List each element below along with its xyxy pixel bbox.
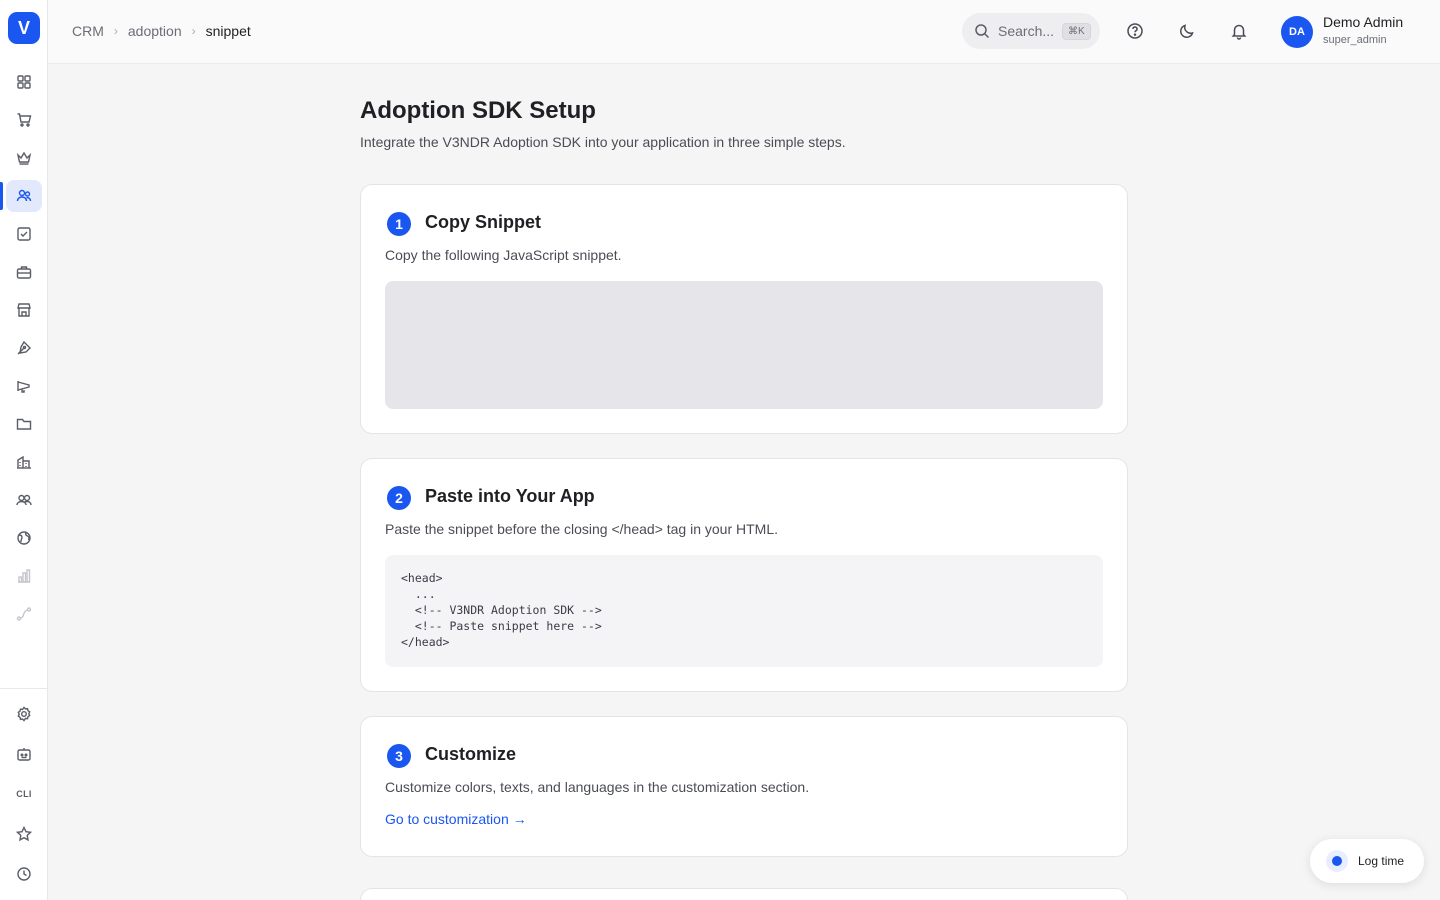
search-icon	[975, 24, 990, 39]
bot-icon[interactable]	[6, 738, 42, 770]
sidebar: V CLI	[0, 0, 48, 900]
step-card-copy-snippet: 1 Copy Snippet Copy the following JavaSc…	[360, 184, 1128, 434]
globe-icon[interactable]	[6, 522, 42, 554]
building-icon[interactable]	[6, 446, 42, 478]
step-description: Copy the following JavaScript snippet.	[385, 247, 622, 263]
step-number-badge: 1	[387, 212, 411, 236]
bell-icon[interactable]	[1228, 20, 1250, 42]
briefcase-icon[interactable]	[6, 256, 42, 288]
step-card-partial	[360, 888, 1128, 900]
users-icon[interactable]	[6, 180, 42, 212]
dashboard-grid-icon[interactable]	[6, 66, 42, 98]
crown-icon[interactable]	[6, 142, 42, 174]
checkbox-icon[interactable]	[6, 218, 42, 250]
chevron-right-icon: ›	[113, 24, 118, 38]
log-time-button[interactable]: Log time	[1310, 839, 1424, 883]
step-card-paste: 2 Paste into Your App Paste the snippet …	[360, 458, 1128, 692]
step-number-badge: 2	[387, 486, 411, 510]
cli-label: CLI	[16, 789, 32, 799]
active-indicator	[0, 182, 3, 210]
app-logo[interactable]: V	[8, 12, 40, 44]
step-description: Paste the snippet before the closing </h…	[385, 521, 779, 537]
step-title: Paste into Your App	[425, 486, 595, 506]
moon-icon[interactable]	[1176, 20, 1198, 42]
step-title: Copy Snippet	[425, 212, 541, 232]
user-name[interactable]: Demo Admin	[1323, 14, 1403, 30]
chevron-right-icon: ›	[191, 24, 196, 38]
folder-icon[interactable]	[6, 408, 42, 440]
store-icon[interactable]	[6, 294, 42, 326]
breadcrumb-snippet: snippet	[205, 23, 251, 39]
help-icon[interactable]	[1124, 20, 1146, 42]
bar-chart-icon[interactable]	[6, 560, 42, 592]
shopping-cart-icon[interactable]	[6, 104, 42, 136]
snippet-code-block[interactable]	[385, 281, 1103, 409]
route-icon[interactable]	[6, 598, 42, 630]
search-placeholder: Search...	[998, 23, 1055, 39]
customization-link[interactable]: Go to customization →	[385, 811, 527, 827]
user-role: super_admin	[1323, 34, 1387, 46]
avatar[interactable]: DA	[1281, 16, 1313, 48]
cli-icon[interactable]: CLI	[6, 778, 42, 810]
search-shortcut: ⌘K	[1062, 22, 1091, 40]
breadcrumb-adoption[interactable]: adoption	[128, 23, 182, 39]
star-icon[interactable]	[6, 818, 42, 850]
team-icon[interactable]	[6, 484, 42, 516]
code-example-block: <head> ... <!-- V3NDR Adoption SDK --> <…	[385, 555, 1103, 667]
top-header: CRM › adoption › snippet Search... ⌘K DA…	[48, 0, 1440, 64]
sidebar-divider	[0, 688, 48, 689]
step-number-badge: 3	[387, 744, 411, 768]
breadcrumb: CRM › adoption › snippet	[72, 23, 251, 39]
settings-icon[interactable]	[6, 698, 42, 730]
log-time-label: Log time	[1358, 854, 1405, 868]
page-subtitle: Integrate the V3NDR Adoption SDK into yo…	[360, 134, 846, 150]
step-card-customize: 3 Customize Customize colors, texts, and…	[360, 716, 1128, 857]
timer-icon	[1326, 850, 1348, 872]
clock-icon[interactable]	[6, 858, 42, 890]
step-description: Customize colors, texts, and languages i…	[385, 779, 810, 795]
step-title: Customize	[425, 744, 517, 764]
search-input[interactable]: Search... ⌘K	[962, 13, 1100, 49]
megaphone-icon[interactable]	[6, 370, 42, 402]
pen-tool-icon[interactable]	[6, 332, 42, 364]
page-title: Adoption SDK Setup	[360, 97, 596, 124]
breadcrumb-crm[interactable]: CRM	[72, 23, 104, 39]
